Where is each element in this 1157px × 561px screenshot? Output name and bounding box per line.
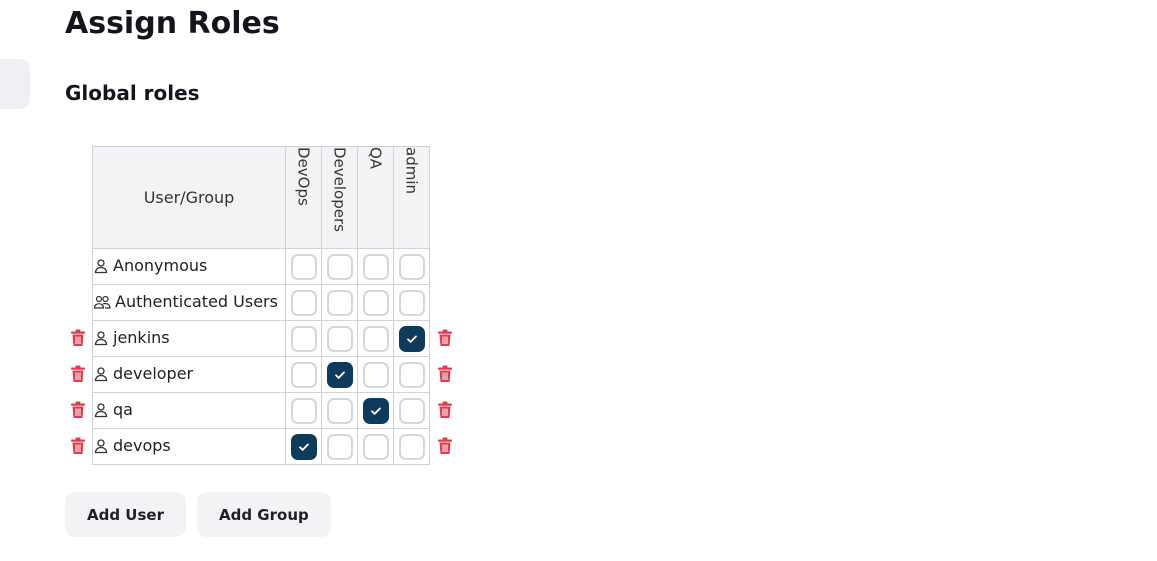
page-title: Assign Roles xyxy=(65,6,280,41)
role-cell-admin xyxy=(393,284,430,321)
user-group-cell: devops xyxy=(92,428,286,465)
user-group-name: devops xyxy=(113,435,171,455)
section-title: Global roles xyxy=(65,81,200,105)
role-header-developers: Developers xyxy=(321,146,358,249)
role-cell-qa xyxy=(357,392,394,429)
role-label: Developers xyxy=(330,147,349,232)
role-cell-devops xyxy=(285,428,322,465)
user-group-cell: qa xyxy=(92,392,286,429)
role-checkbox[interactable] xyxy=(398,397,425,424)
role-cell-devops xyxy=(285,320,322,357)
role-cell-qa xyxy=(357,284,394,321)
side-panel-tab[interactable] xyxy=(0,59,30,109)
role-checkbox[interactable] xyxy=(362,253,389,280)
role-cell-developers xyxy=(321,284,358,321)
user-icon xyxy=(93,402,109,422)
role-header-admin: admin xyxy=(393,146,430,249)
header-row: User/Group DevOps Developers QA admin xyxy=(92,146,430,249)
user-group-name: developer xyxy=(113,363,194,383)
role-label: DevOps xyxy=(294,147,313,206)
role-checkbox[interactable] xyxy=(290,433,317,460)
role-cell-developers xyxy=(321,320,358,357)
role-cell-admin xyxy=(393,392,430,429)
delete-right-icon[interactable] xyxy=(437,365,453,383)
table-row: qa xyxy=(92,392,430,429)
role-cell-developers xyxy=(321,392,358,429)
role-label: QA xyxy=(366,147,385,170)
role-cell-admin xyxy=(393,248,430,285)
role-cell-developers xyxy=(321,428,358,465)
role-checkbox[interactable] xyxy=(326,433,353,460)
role-checkbox[interactable] xyxy=(398,253,425,280)
table-row: developer xyxy=(92,356,430,393)
user-icon xyxy=(93,258,109,278)
user-group-cell: Authenticated Users xyxy=(92,284,286,321)
delete-right-icon[interactable] xyxy=(437,401,453,419)
role-checkbox[interactable] xyxy=(362,397,389,424)
user-icon xyxy=(93,330,109,350)
user-group-cell: Anonymous xyxy=(92,248,286,285)
role-cell-developers xyxy=(321,248,358,285)
role-cell-admin xyxy=(393,320,430,357)
role-cell-qa xyxy=(357,320,394,357)
role-checkbox[interactable] xyxy=(362,433,389,460)
role-checkbox[interactable] xyxy=(290,361,317,388)
role-checkbox[interactable] xyxy=(326,289,353,316)
role-checkbox[interactable] xyxy=(290,397,317,424)
role-checkbox[interactable] xyxy=(362,289,389,316)
role-checkbox[interactable] xyxy=(398,289,425,316)
add-group-button[interactable]: Add Group xyxy=(197,492,331,537)
user-icon xyxy=(93,366,109,386)
role-checkbox[interactable] xyxy=(290,325,317,352)
role-checkbox[interactable] xyxy=(326,397,353,424)
role-cell-developers xyxy=(321,356,358,393)
add-user-button[interactable]: Add User xyxy=(65,492,186,537)
user-icon xyxy=(93,438,109,458)
role-label: admin xyxy=(402,147,421,194)
role-checkbox[interactable] xyxy=(362,361,389,388)
user-group-header: User/Group xyxy=(92,146,286,249)
user-group-name: jenkins xyxy=(113,327,170,347)
global-roles-table: User/Group DevOps Developers QA admin An… xyxy=(92,146,430,465)
role-header-qa: QA xyxy=(357,146,394,249)
role-cell-qa xyxy=(357,356,394,393)
user-group-name: Anonymous xyxy=(113,255,208,275)
role-checkbox[interactable] xyxy=(398,361,425,388)
role-cell-admin xyxy=(393,356,430,393)
role-cell-devops xyxy=(285,248,322,285)
role-cell-admin xyxy=(393,428,430,465)
role-checkbox[interactable] xyxy=(362,325,389,352)
role-checkbox[interactable] xyxy=(326,325,353,352)
role-cell-devops xyxy=(285,356,322,393)
table-row: Authenticated Users xyxy=(92,284,430,321)
user-group-cell: developer xyxy=(92,356,286,393)
user-group-name: qa xyxy=(113,399,133,419)
role-checkbox[interactable] xyxy=(326,253,353,280)
table-row: devops xyxy=(92,428,430,465)
role-header-devops: DevOps xyxy=(285,146,322,249)
user-group-cell: jenkins xyxy=(92,320,286,357)
delete-right-icon[interactable] xyxy=(437,329,453,347)
table-row: jenkins xyxy=(92,320,430,357)
role-checkbox[interactable] xyxy=(398,433,425,460)
user-group-name: Authenticated Users xyxy=(115,291,278,311)
role-checkbox[interactable] xyxy=(290,289,317,316)
table-row: Anonymous xyxy=(92,248,430,285)
role-cell-devops xyxy=(285,392,322,429)
delete-left-icon[interactable] xyxy=(70,329,86,347)
delete-right-icon[interactable] xyxy=(437,437,453,455)
delete-left-icon[interactable] xyxy=(70,365,86,383)
group-icon xyxy=(93,294,111,314)
role-checkbox[interactable] xyxy=(290,253,317,280)
role-cell-qa xyxy=(357,248,394,285)
role-cell-devops xyxy=(285,284,322,321)
role-checkbox[interactable] xyxy=(398,325,425,352)
delete-left-icon[interactable] xyxy=(70,401,86,419)
role-cell-qa xyxy=(357,428,394,465)
role-checkbox[interactable] xyxy=(326,361,353,388)
delete-left-icon[interactable] xyxy=(70,437,86,455)
